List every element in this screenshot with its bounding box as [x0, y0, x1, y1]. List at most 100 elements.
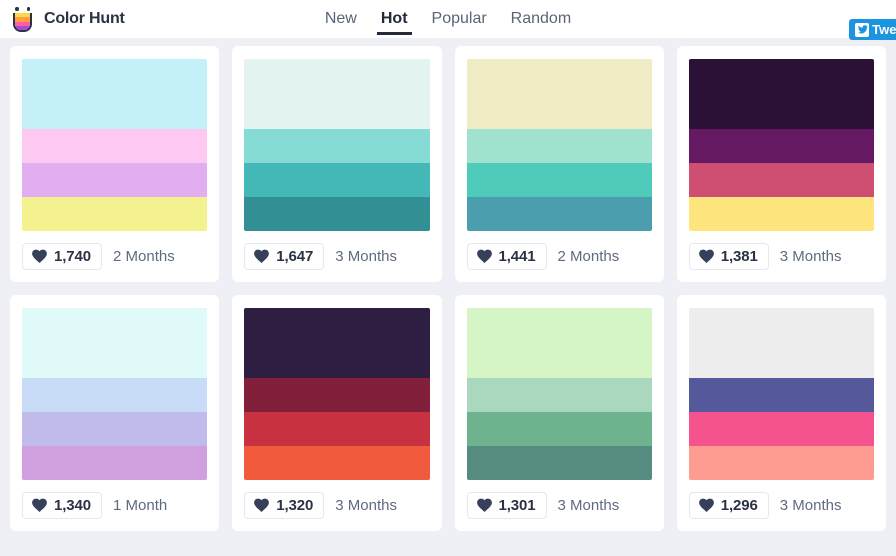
main-nav: New Hot Popular Random	[0, 0, 896, 38]
like-button[interactable]: 1,340	[22, 492, 103, 519]
swatch-2[interactable]	[22, 378, 208, 412]
swatch-1[interactable]	[466, 308, 652, 378]
swatch-1[interactable]	[466, 59, 652, 129]
palette-swatches[interactable]	[244, 308, 430, 480]
palette-age: 1 Month	[113, 497, 168, 514]
heart-icon	[476, 498, 492, 512]
palette-age: 3 Months	[335, 248, 397, 265]
card-footer: 1,296 3 Months	[688, 492, 874, 519]
like-count: 1,381	[720, 248, 758, 265]
like-count: 1,296	[720, 497, 758, 514]
swatch-1[interactable]	[22, 59, 208, 129]
like-button[interactable]: 1,647	[244, 243, 325, 270]
swatch-4[interactable]	[244, 197, 430, 231]
heart-icon	[32, 249, 47, 263]
swatch-3[interactable]	[688, 412, 874, 446]
logo-dot-left	[15, 7, 19, 11]
palette-swatches[interactable]	[688, 308, 874, 480]
brand-name: Color Hunt	[44, 10, 125, 27]
swatch-4[interactable]	[688, 446, 874, 480]
card-footer: 1,647 3 Months	[244, 243, 429, 270]
palette-swatches[interactable]	[244, 59, 430, 231]
heart-icon	[698, 498, 714, 512]
tweet-button-label: Tweet	[872, 22, 896, 37]
palette-card[interactable]: 1,740 2 Months	[10, 46, 220, 282]
palette-card[interactable]: 1,320 3 Months	[232, 295, 442, 531]
nav-item-hot[interactable]: Hot	[376, 4, 412, 35]
nav-item-random[interactable]: Random	[509, 4, 573, 35]
swatch-1[interactable]	[244, 308, 430, 378]
like-count: 1,647	[276, 248, 314, 265]
like-count: 1,301	[498, 497, 536, 514]
nav-item-new[interactable]: New	[323, 4, 359, 35]
card-footer: 1,740 2 Months	[22, 243, 207, 270]
card-footer: 1,301 3 Months	[466, 492, 652, 519]
card-footer: 1,340 1 Month	[22, 492, 207, 519]
logo-dot-right	[26, 7, 30, 11]
swatch-4[interactable]	[466, 197, 652, 231]
swatch-2[interactable]	[244, 129, 430, 163]
palette-card[interactable]: 1,340 1 Month	[10, 295, 220, 531]
like-button[interactable]: 1,296	[688, 492, 769, 519]
like-button[interactable]: 1,740	[22, 243, 103, 270]
palette-swatches[interactable]	[22, 308, 208, 480]
swatch-3[interactable]	[244, 412, 430, 446]
swatch-4[interactable]	[22, 446, 208, 480]
palette-card[interactable]: 1,441 2 Months	[454, 46, 664, 282]
swatch-2[interactable]	[466, 378, 652, 412]
like-button[interactable]: 1,381	[688, 243, 769, 270]
swatch-2[interactable]	[244, 378, 430, 412]
palette-age: 3 Months	[779, 248, 842, 265]
swatch-2[interactable]	[466, 129, 652, 163]
palette-age: 2 Months	[557, 248, 620, 265]
heart-icon	[254, 249, 270, 263]
swatch-3[interactable]	[22, 163, 208, 197]
card-footer: 1,320 3 Months	[244, 492, 429, 519]
swatch-3[interactable]	[244, 163, 430, 197]
like-button[interactable]: 1,301	[466, 492, 547, 519]
swatch-2[interactable]	[688, 378, 874, 412]
like-button[interactable]: 1,441	[466, 243, 547, 270]
palette-card[interactable]: 1,296 3 Months	[676, 295, 886, 531]
palette-swatches[interactable]	[466, 59, 652, 231]
tweet-button[interactable]: Tweet	[849, 19, 896, 40]
swatch-4[interactable]	[688, 197, 874, 231]
site-header: Color Hunt New Hot Popular Random Tweet	[0, 0, 896, 40]
brand-logo[interactable]: Color Hunt	[10, 6, 125, 32]
swatch-1[interactable]	[22, 308, 208, 378]
swatch-3[interactable]	[688, 163, 874, 197]
heart-icon	[698, 249, 714, 263]
swatch-1[interactable]	[244, 59, 430, 129]
heart-icon	[476, 249, 492, 263]
palette-card[interactable]: 1,381 3 Months	[676, 46, 886, 282]
swatch-4[interactable]	[22, 197, 208, 231]
palette-swatches[interactable]	[466, 308, 652, 480]
swatch-1[interactable]	[688, 308, 874, 378]
palette-card[interactable]: 1,301 3 Months	[454, 295, 664, 531]
swatch-1[interactable]	[688, 59, 874, 129]
swatch-3[interactable]	[466, 412, 652, 446]
swatch-4[interactable]	[244, 446, 430, 480]
palette-age: 3 Months	[779, 497, 842, 514]
swatch-2[interactable]	[22, 129, 208, 163]
palette-swatches[interactable]	[688, 59, 874, 231]
like-count: 1,441	[498, 248, 536, 265]
swatch-3[interactable]	[466, 163, 652, 197]
twitter-bird-icon	[855, 22, 870, 37]
logo-band-4	[15, 25, 30, 30]
heart-icon	[32, 498, 47, 512]
like-count: 1,340	[54, 497, 92, 514]
like-button[interactable]: 1,320	[244, 492, 325, 519]
color-hunt-cup-icon	[10, 6, 35, 32]
palette-age: 3 Months	[335, 497, 397, 514]
swatch-3[interactable]	[22, 412, 208, 446]
card-footer: 1,381 3 Months	[688, 243, 874, 270]
palette-grid: 1,740 2 Months 1,647 3 Months 1,441 2 Mo…	[0, 38, 896, 541]
palette-card[interactable]: 1,647 3 Months	[232, 46, 442, 282]
logo-cup-shape	[13, 13, 32, 32]
palette-swatches[interactable]	[22, 59, 208, 231]
palette-age: 2 Months	[113, 248, 175, 265]
swatch-2[interactable]	[688, 129, 874, 163]
nav-item-popular[interactable]: Popular	[430, 4, 489, 35]
swatch-4[interactable]	[466, 446, 652, 480]
